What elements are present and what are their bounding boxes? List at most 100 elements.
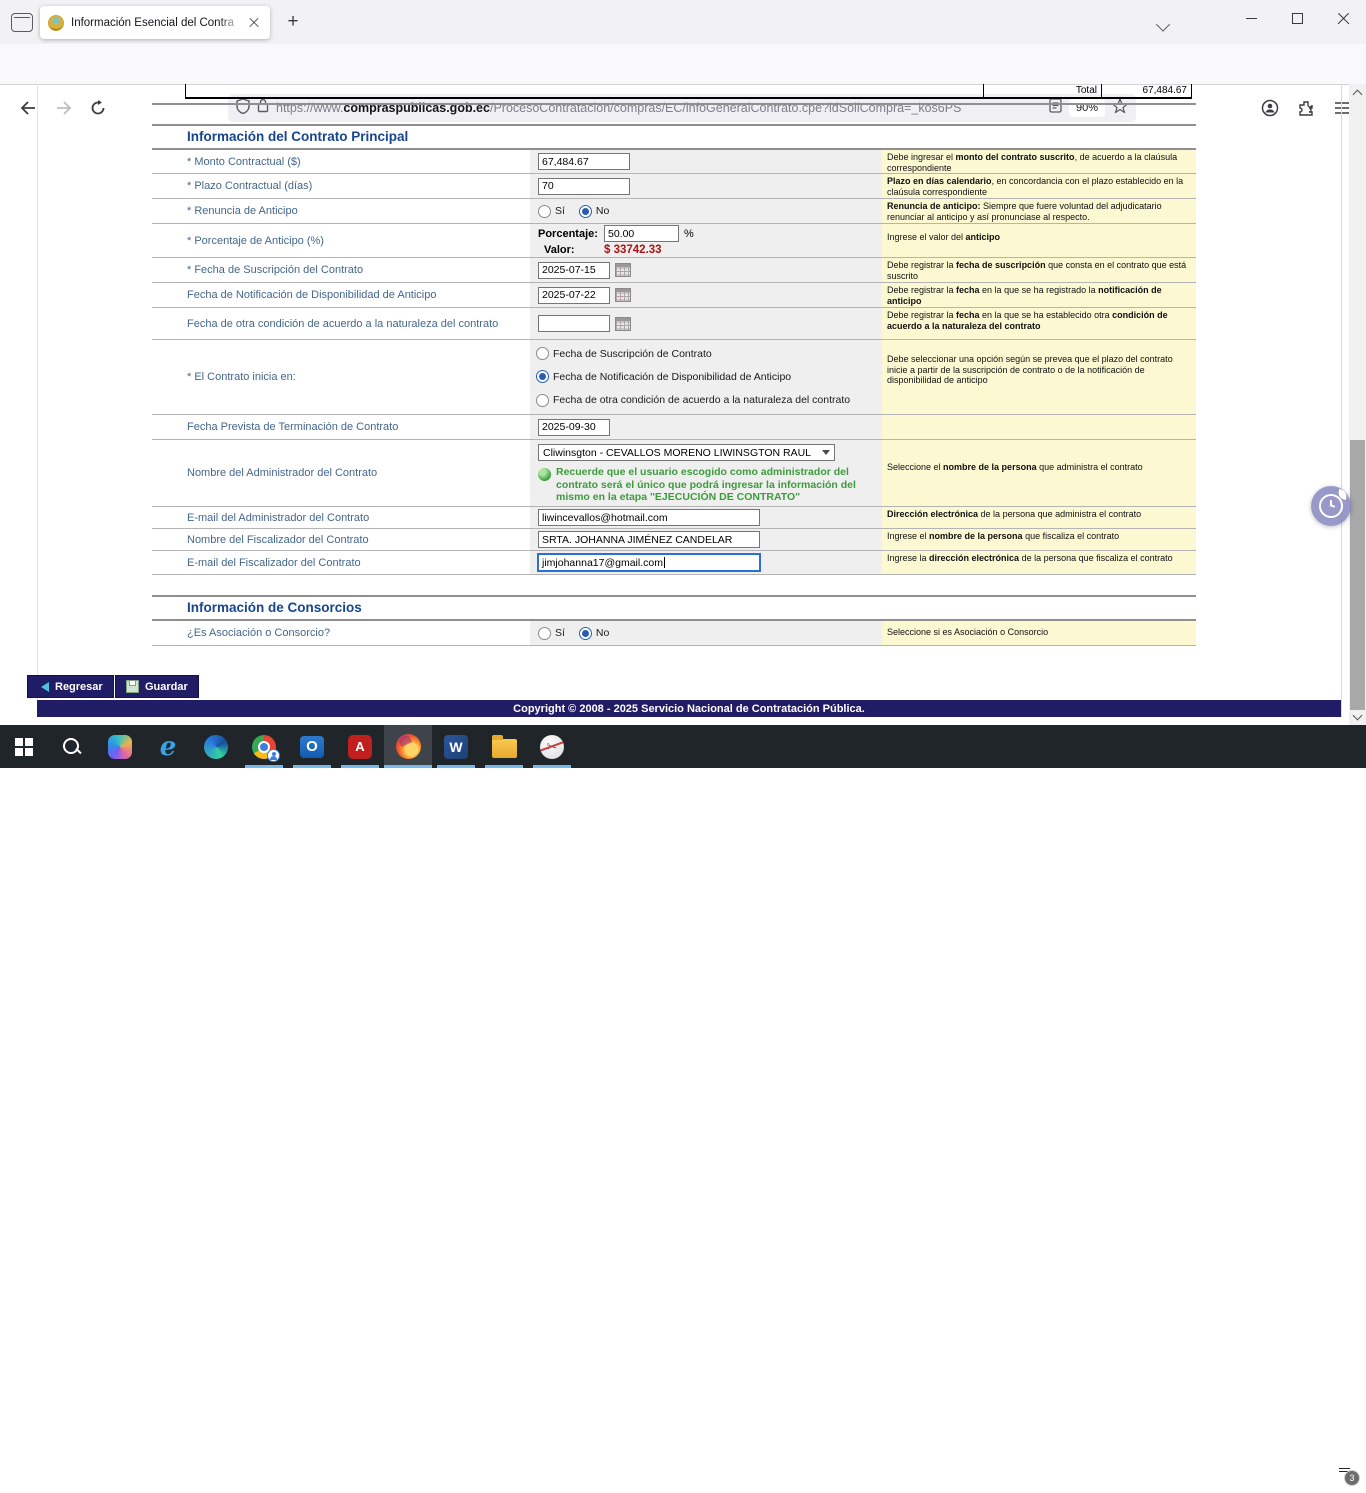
save-disk-icon [126, 680, 139, 693]
volume-icon[interactable] [1132, 1450, 1160, 1493]
fecha-suscripcion-input[interactable]: 2025-07-15 [538, 262, 610, 279]
plazo-contractual-input[interactable]: 70 [538, 178, 630, 195]
vertical-scrollbar[interactable] [1349, 84, 1366, 725]
taskbar-internet-explorer[interactable]: e [144, 725, 192, 768]
shield-icon[interactable] [236, 98, 250, 119]
date: 28/7/2025 [1263, 1472, 1314, 1486]
zoom-level-badge[interactable]: 90% [1069, 99, 1105, 117]
reload-icon[interactable] [86, 96, 110, 120]
taskbar-snipping-tool[interactable]: ✂ [528, 725, 576, 768]
row-email-administrador: E-mail del Administrador del Contrato li… [152, 507, 1196, 529]
fecha-otra-condicion-input[interactable] [538, 315, 610, 332]
calendar-icon[interactable] [615, 317, 631, 331]
renuncia-si-radio[interactable] [538, 205, 551, 218]
administrador-note: Recuerde que el usuario escogido como ad… [538, 466, 856, 504]
row-porcentaje-anticipo: * Porcentaje de Anticipo (%) Porcentaje:… [152, 224, 1196, 258]
help-text: Debe seleccionar una opción según se pre… [882, 340, 1196, 414]
forward-icon[interactable] [52, 96, 76, 120]
administrador-select[interactable]: Cliwinsgton - CEVALLOS MORENO LIWINSGTON… [538, 444, 835, 461]
porcentaje-input[interactable]: 50.00 [604, 225, 679, 242]
scroll-up-arrow[interactable] [1349, 84, 1366, 101]
chrome-account-badge-icon [267, 749, 280, 762]
taskbar-outlook[interactable]: O [288, 725, 336, 768]
consorcio-si-radio[interactable] [538, 627, 551, 640]
screen-cast-icon[interactable] [1188, 1450, 1216, 1493]
taskbar-edge[interactable] [192, 725, 240, 768]
lock-icon[interactable] [257, 98, 269, 118]
email-administrador-input[interactable]: liwincevallos@hotmail.com [538, 509, 760, 526]
taskbar-file-explorer[interactable] [480, 725, 528, 768]
monto-contractual-input[interactable]: 67,484.67 [538, 153, 630, 170]
radio-label: Fecha de otra condición de acuerdo a la … [553, 394, 850, 406]
language-indicator[interactable]: ESP [1216, 1466, 1255, 1478]
page-container-left-border [37, 84, 38, 717]
inicia-notificacion-radio[interactable] [536, 370, 549, 383]
help-text: Debe registrar la fecha en la que se ha … [882, 283, 1196, 307]
bookmark-star-icon[interactable] [1112, 98, 1128, 118]
help-text: Seleccione el nombre de la persona que a… [882, 440, 1196, 506]
outlook-icon: O [300, 736, 324, 758]
field-label: * Porcentaje de Anticipo (%) [152, 224, 530, 257]
list-tabs-chevron-icon[interactable] [1158, 18, 1170, 26]
tray-chevron-up-icon[interactable] [1104, 1450, 1132, 1493]
start-button[interactable] [0, 725, 48, 768]
field-label: Nombre del Fiscalizador del Contrato [152, 529, 530, 550]
field-label: E-mail del Administrador del Contrato [152, 507, 530, 528]
firefox-view-icon[interactable] [11, 13, 33, 32]
back-arrow-icon [36, 682, 49, 692]
browser-tab[interactable]: Información Esencial del Contra [40, 6, 270, 39]
nombre-fiscalizador-input[interactable]: SRTA. JOHANNA JIMÉNEZ CANDELAR [538, 531, 760, 548]
taskbar-search[interactable] [48, 725, 96, 768]
taskbar-clock[interactable]: 9:28 28/7/2025 [1255, 1458, 1322, 1486]
calendar-icon[interactable] [615, 263, 631, 277]
search-icon [62, 737, 82, 757]
row-fecha-notificacion: Fecha de Notificación de Disponibilidad … [152, 283, 1196, 308]
text-cursor [664, 557, 665, 568]
section-title-consorcios: Información de Consorcios [152, 595, 1196, 621]
radio-label: Sí [555, 627, 565, 639]
notification-center[interactable]: 3 [1322, 1450, 1366, 1493]
regresar-button[interactable]: Regresar [27, 675, 114, 698]
radio-label: No [596, 205, 609, 217]
wifi-icon[interactable] [1160, 1450, 1188, 1493]
field-label: * Renuncia de Anticipo [152, 199, 530, 223]
consorcio-no-radio[interactable] [579, 627, 592, 640]
file-explorer-icon [492, 739, 517, 758]
window-close-button[interactable] [1320, 0, 1366, 36]
reader-view-icon[interactable] [1049, 98, 1062, 118]
email-fiscalizador-input[interactable]: jimjohanna17@gmail.com [538, 554, 760, 571]
taskbar-acrobat[interactable]: A [336, 725, 384, 768]
new-tab-button[interactable]: + [280, 9, 306, 35]
tab-close-icon[interactable] [246, 15, 262, 31]
taskbar-firefox[interactable] [384, 725, 432, 768]
fecha-notificacion-input[interactable]: 2025-07-22 [538, 287, 610, 304]
account-icon[interactable] [1258, 96, 1282, 120]
total-label: Total [983, 84, 1101, 97]
inicia-suscripcion-radio[interactable] [536, 347, 549, 360]
screen-time-overlay-widget[interactable] [1311, 486, 1351, 526]
field-label: Fecha de otra condición de acuerdo a la … [152, 308, 530, 339]
row-nombre-administrador: Nombre del Administrador del Contrato Cl… [152, 440, 1196, 507]
help-text [882, 415, 1196, 439]
help-text: Ingrese el nombre de la persona que fisc… [882, 529, 1196, 550]
percent-sign: % [684, 228, 694, 240]
extensions-puzzle-icon[interactable] [1294, 96, 1318, 120]
row-fecha-otra-condicion: Fecha de otra condición de acuerdo a la … [152, 308, 1196, 340]
window-restore-button[interactable] [1274, 0, 1320, 36]
field-label: * El Contrato inicia en: [152, 340, 530, 414]
snipping-tool-icon: ✂ [540, 735, 564, 759]
fecha-prevista-input[interactable]: 2025-09-30 [538, 419, 610, 436]
scroll-down-arrow[interactable] [1349, 708, 1366, 725]
footer-bar: Copyright © 2008 - 2025 Servicio Naciona… [37, 700, 1341, 717]
tab-title: Información Esencial del Contra [71, 17, 243, 29]
scrollbar-thumb[interactable] [1350, 440, 1365, 710]
window-minimize-button[interactable] [1228, 0, 1274, 36]
taskbar-chrome[interactable] [240, 725, 288, 768]
renuncia-no-radio[interactable] [579, 205, 592, 218]
calendar-icon[interactable] [615, 288, 631, 302]
taskbar-copilot[interactable] [96, 725, 144, 768]
chrome-icon [252, 735, 276, 759]
guardar-button[interactable]: Guardar [115, 675, 199, 698]
inicia-otra-condicion-radio[interactable] [536, 394, 549, 407]
taskbar-word[interactable]: W [432, 725, 480, 768]
